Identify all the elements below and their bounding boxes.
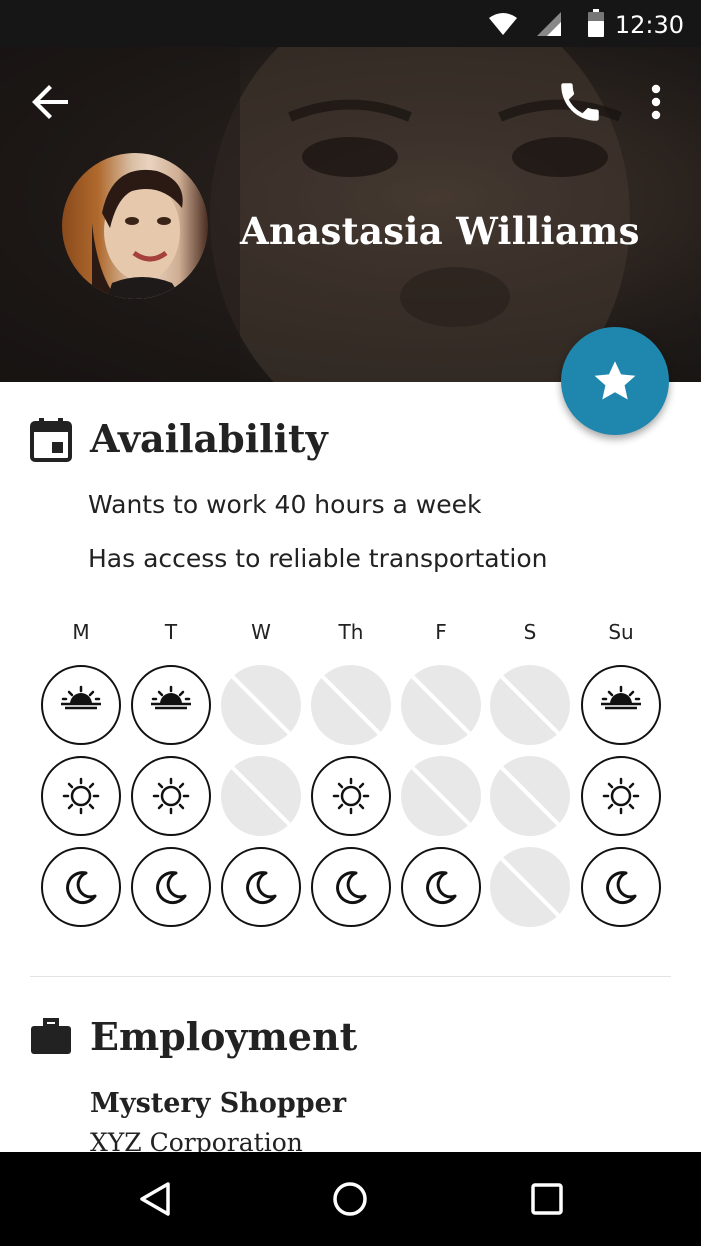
sun-icon (332, 777, 370, 815)
availability-slot-night[interactable] (490, 847, 570, 927)
more-options-button[interactable] (636, 77, 676, 127)
moon-icon (426, 871, 457, 905)
sunrise-icon (61, 685, 101, 710)
sunrise-icon (601, 685, 641, 710)
availability-title: Availability (90, 416, 328, 461)
day-label: Th (338, 620, 364, 644)
sun-icon (602, 777, 640, 815)
phone-icon (561, 83, 599, 121)
home-circle-icon[interactable] (332, 1181, 368, 1217)
signal-icon (537, 12, 561, 36)
availability-slot-day[interactable] (490, 756, 570, 836)
availability-slot-day[interactable] (581, 756, 661, 836)
availability-slot-day[interactable] (131, 756, 211, 836)
wifi-icon (489, 13, 517, 35)
recents-square-icon[interactable] (530, 1182, 564, 1216)
avatar (62, 153, 208, 299)
availability-slot-night[interactable] (401, 847, 481, 927)
day-label: Su (608, 620, 634, 644)
star-icon (594, 361, 636, 400)
availability-slot-night[interactable] (131, 847, 211, 927)
favorite-button[interactable] (561, 327, 669, 435)
availability-hours: Wants to work 40 hours a week (88, 490, 482, 519)
availability-slot-morning[interactable] (490, 665, 570, 745)
availability-slot-morning[interactable] (221, 665, 301, 745)
status-time: 12:30 (614, 11, 684, 39)
sunrise-icon (151, 685, 191, 710)
availability-slot-night[interactable] (311, 847, 391, 927)
availability-slot-night[interactable] (221, 847, 301, 927)
sun-icon (152, 777, 190, 815)
calendar-icon (30, 418, 72, 462)
moon-icon (156, 871, 187, 905)
call-button[interactable] (555, 77, 605, 127)
day-label: T (164, 620, 178, 644)
availability-slot-day[interactable] (311, 756, 391, 836)
availability-slot-morning[interactable] (581, 665, 661, 745)
battery-icon (588, 9, 604, 37)
briefcase-icon (31, 1018, 71, 1054)
sun-icon (62, 777, 100, 815)
job-title: Mystery Shopper (90, 1088, 347, 1119)
availability-slot-morning[interactable] (311, 665, 391, 745)
availability-slot-day[interactable] (401, 756, 481, 836)
employment-title: Employment (90, 1014, 358, 1059)
availability-slot-morning[interactable] (401, 665, 481, 745)
section-divider (30, 976, 671, 977)
arrow-back-icon (32, 85, 68, 119)
moon-icon (606, 871, 637, 905)
contact-name: Anastasia Williams (240, 209, 640, 253)
availability-slot-day[interactable] (41, 756, 121, 836)
day-label: M (72, 620, 90, 644)
moon-icon (246, 871, 277, 905)
avatar-portrait (92, 169, 183, 299)
status-bar: 12:30 (0, 0, 701, 47)
availability-slot-night[interactable] (41, 847, 121, 927)
availability-transportation: Has access to reliable transportation (88, 544, 548, 573)
availability-slot-morning[interactable] (41, 665, 121, 745)
day-label: W (251, 620, 271, 644)
moon-icon (336, 871, 367, 905)
availability-slot-night[interactable] (581, 847, 661, 927)
moon-icon (66, 871, 97, 905)
day-label: F (435, 620, 447, 644)
availability-slot-morning[interactable] (131, 665, 211, 745)
back-triangle-icon[interactable] (138, 1181, 174, 1217)
availability-slot-day[interactable] (221, 756, 301, 836)
day-label: S (523, 620, 537, 644)
back-button[interactable] (26, 77, 76, 127)
more-vert-icon (651, 84, 661, 120)
system-nav-bar (0, 1152, 701, 1246)
